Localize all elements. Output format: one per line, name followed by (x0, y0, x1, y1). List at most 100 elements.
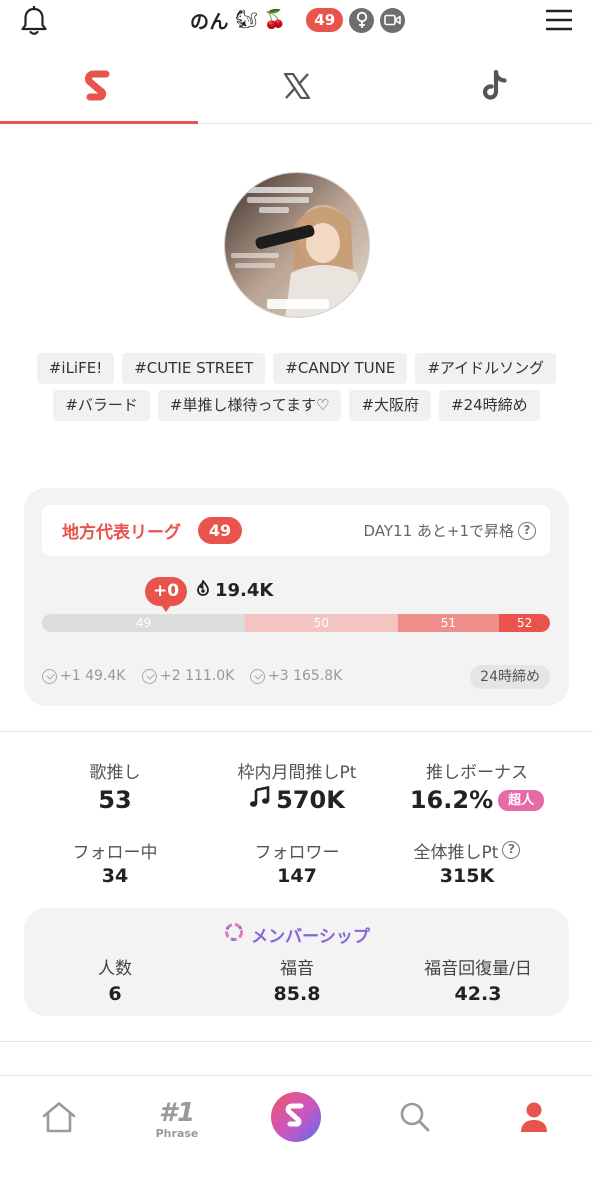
stat-value: 570K (198, 785, 396, 814)
music-note-icon (249, 785, 271, 814)
membership-value: 42.3 (454, 983, 502, 1005)
tag-item[interactable]: #iLiFE! (36, 353, 115, 384)
phrase-label: Phrase (155, 1126, 199, 1140)
membership-card[interactable]: メンバーシップ 人数 6 福音 85.8 福音回復量/日 42.3 (24, 908, 569, 1016)
profile-title: のん 🐿 🍒 49 (190, 4, 406, 36)
monthly-pt-value: 570K (276, 786, 345, 814)
nav-home[interactable] (0, 1094, 118, 1144)
total-pt-label: 全体推しPt (413, 842, 499, 863)
female-icon (349, 7, 375, 33)
video-icon (380, 7, 406, 33)
tiktok-logo-icon (481, 69, 509, 106)
profile-page: のん 🐿 🍒 49 #iLiFE! #CUTIE STREET #CANDY T… (0, 0, 593, 1200)
league-rank-badge: 49 (198, 517, 242, 544)
cherry-emoji: 🍒 (263, 9, 287, 30)
stat-value: 53 (98, 786, 132, 814)
tab-tiktok[interactable] (396, 52, 593, 123)
league-day-text: DAY11 あと+1で昇格 (363, 522, 514, 540)
stat-label: フォロワー (254, 842, 340, 863)
stat-followers[interactable]: フォロワー 147 (198, 838, 396, 888)
phrase-rank: #1 (158, 1097, 196, 1128)
membership-gospel: 福音 85.8 (206, 954, 388, 1005)
membership-label: 福音 (280, 959, 314, 979)
home-icon (41, 1101, 77, 1137)
tag-item[interactable]: #大阪府 (349, 390, 432, 421)
tab-x[interactable] (198, 52, 396, 123)
tag-item[interactable]: #アイドルソング (415, 353, 557, 384)
league-card: 地方代表リーグ 49 DAY11 あと+1で昇格 ? +0 19.4K 49 50… (24, 488, 569, 706)
tag-item[interactable]: #CUTIE STREET (122, 353, 266, 384)
league-name: 地方代表リーグ (62, 523, 181, 543)
squirrel-emoji: 🐿 (235, 9, 258, 30)
tab-app[interactable] (0, 52, 198, 124)
divider (0, 731, 593, 732)
check-circle-icon (42, 668, 57, 684)
membership-title-text: メンバーシップ (251, 927, 370, 947)
nav-phrase[interactable]: #1 Phrase (118, 1094, 236, 1144)
membership-members: 人数 6 (24, 954, 206, 1005)
delta-badge: +0 (145, 577, 187, 612)
membership-recovery: 福音回復量/日 42.3 (387, 954, 569, 1005)
gap-item: +3 165.8K (250, 668, 342, 684)
stat-monthly-pt[interactable]: 枠内月間推しPt 570K (198, 758, 396, 815)
stat-following[interactable]: フォロー中 34 (16, 838, 214, 888)
stat-song-push[interactable]: 歌推し 53 (16, 758, 214, 815)
check-circle-icon (142, 668, 157, 684)
divider (0, 1041, 593, 1042)
rank-badge: 49 (306, 8, 344, 32)
league-segment-52: 52 (499, 614, 550, 632)
stat-value: 16.2% 超人 (378, 786, 576, 814)
gap-item: +1 49.4K (42, 668, 125, 684)
nav-profile[interactable] (475, 1094, 593, 1144)
membership-title: メンバーシップ (24, 922, 569, 947)
tag-row-1: #iLiFE! #CUTIE STREET #CANDY TUNE #アイドルソ… (0, 353, 593, 384)
bonus-value: 16.2% (409, 786, 494, 814)
league-score-value: 19.4K (215, 580, 274, 601)
bell-icon[interactable] (20, 5, 48, 36)
nav-search[interactable] (356, 1094, 474, 1144)
tag-item[interactable]: #単推し様待ってます♡ (157, 390, 342, 421)
help-icon[interactable]: ? (518, 521, 536, 540)
stat-value: 315K (439, 865, 495, 887)
stat-value: 147 (277, 865, 317, 887)
flame-icon (196, 579, 210, 601)
profile-name: のん (190, 10, 230, 33)
bottom-nav: #1 Phrase (0, 1075, 593, 1200)
tag-item[interactable]: #CANDY TUNE (273, 353, 408, 384)
tag-item[interactable]: #24時締め (439, 390, 540, 421)
stat-label: 全体推しPt ? (368, 838, 566, 863)
tag-row-2: #バラード #単推し様待ってます♡ #大阪府 #24時締め (0, 390, 593, 421)
super-badge: 超人 (498, 789, 545, 811)
tag-item[interactable]: #バラード (53, 390, 150, 421)
league-segment-50: 50 (245, 614, 398, 632)
search-icon (399, 1101, 431, 1137)
league-segment-51: 51 (397, 614, 500, 632)
stat-total-pt[interactable]: 全体推しPt ? 315K (368, 838, 566, 887)
stat-label: フォロー中 (72, 842, 158, 863)
stat-label: 推しボーナス (426, 762, 528, 783)
profile-avatar[interactable] (224, 172, 370, 318)
stat-label: 枠内月間推しPt (237, 762, 357, 783)
help-icon[interactable]: ? (502, 841, 521, 859)
check-circle-icon (250, 668, 265, 684)
app-logo-icon (84, 70, 114, 106)
nav-center-app[interactable] (237, 1091, 355, 1147)
stat-label: 歌推し (89, 762, 141, 783)
x-logo-icon (283, 72, 311, 103)
gap-item: +2 111.0K (142, 668, 234, 684)
membership-icon (223, 922, 245, 947)
league-header[interactable]: 地方代表リーグ 49 DAY11 あと+1で昇格 ? (42, 505, 550, 556)
stat-value: 34 (101, 865, 129, 887)
menu-icon[interactable] (545, 9, 573, 31)
league-day-info: DAY11 あと+1で昇格 ? (363, 520, 536, 541)
gap-text: +1 49.4K (60, 668, 126, 684)
membership-label: 福音回復量/日 (424, 959, 532, 979)
league-gaps: +1 49.4K +2 111.0K +3 165.8K 24時締め (42, 665, 550, 689)
app-logo-icon (270, 1091, 322, 1147)
membership-value: 85.8 (273, 983, 321, 1005)
league-progress-bar: 49 50 51 52 (42, 614, 550, 632)
league-score: 19.4K (196, 579, 274, 601)
stat-bonus[interactable]: 推しボーナス 16.2% 超人 (378, 758, 576, 814)
membership-label: 人数 (98, 959, 132, 979)
gap-text: +2 111.0K (160, 668, 235, 684)
